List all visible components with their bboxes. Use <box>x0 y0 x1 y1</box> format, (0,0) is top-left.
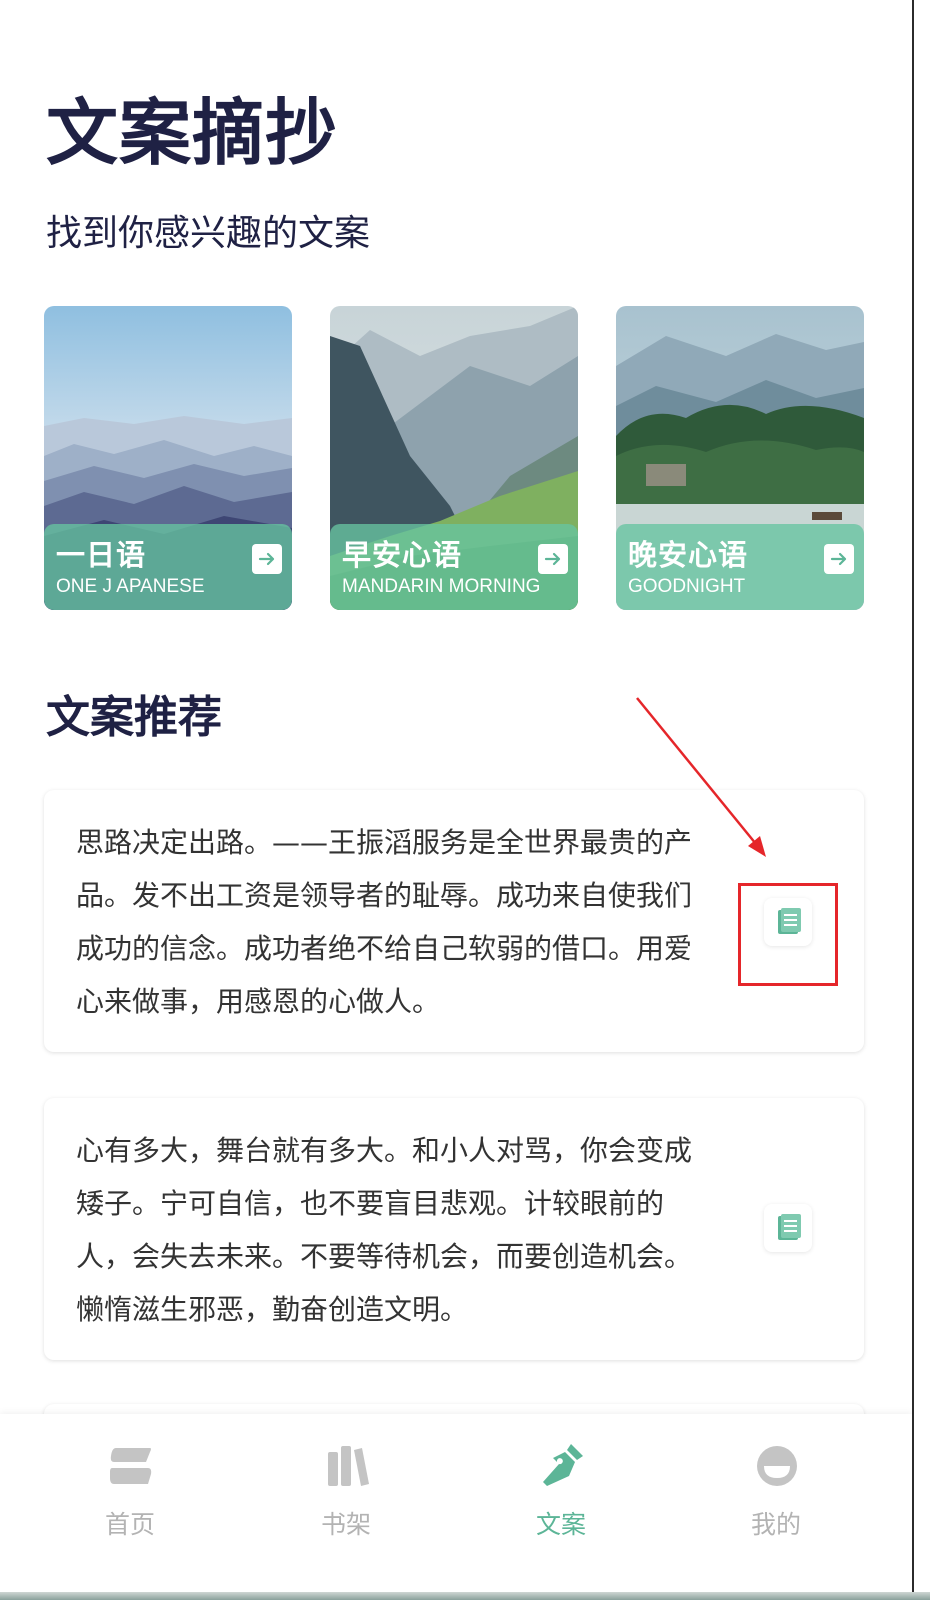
category-title: 早安心语 <box>342 538 463 572</box>
category-title: 一日语 <box>56 538 147 572</box>
tab-profile[interactable]: 我的 <box>662 1414 890 1592</box>
category-caption: 一日语 ONE J APANESE <box>44 524 292 610</box>
category-subtitle: MANDARIN MORNING <box>342 576 541 597</box>
quote-text: 思路决定出路。——王振滔服务是全世界最贵的产品。发不出工资是领导者的耻辱。成功来… <box>76 826 693 1018</box>
category-subtitle: ONE J APANESE <box>56 576 205 597</box>
tab-home[interactable]: 首页 <box>16 1414 244 1592</box>
category-card-morning[interactable]: 早安心语 MANDARIN MORNING <box>330 306 578 610</box>
category-caption: 晚安心语 GOODNIGHT <box>616 524 864 610</box>
category-caption: 早安心语 MANDARIN MORNING <box>330 524 578 610</box>
profile-icon <box>757 1446 797 1486</box>
category-title: 晚安心语 <box>628 538 749 572</box>
section-title-recommend: 文案推荐 <box>46 692 222 743</box>
pen-nib-icon <box>543 1444 583 1486</box>
bottom-tab-bar: 首页 书架 文案 我的 <box>0 1414 912 1592</box>
category-subtitle: GOODNIGHT <box>628 576 746 597</box>
home-icon <box>110 1448 152 1484</box>
tab-copywriting[interactable]: 文案 <box>447 1414 675 1592</box>
annotation-highlight-box <box>738 883 838 986</box>
copy-button[interactable] <box>764 1204 812 1252</box>
quote-card: 心有多大，舞台就有多大。和小人对骂，你会变成矮子。宁可自信，也不要盲目悲观。计较… <box>44 1098 864 1360</box>
arrow-right-icon[interactable] <box>824 544 854 574</box>
window-edge <box>912 0 930 1600</box>
bookshelf-icon <box>328 1446 369 1486</box>
page-title: 文案摘抄 <box>46 90 339 175</box>
category-card-goodnight[interactable]: 晚安心语 GOODNIGHT <box>616 306 864 610</box>
copy-icon <box>778 1214 801 1240</box>
copywriting-page: 文案摘抄 找到你感兴趣的文案 一日语 ONE J APANESE 早安心语 MA… <box>0 0 912 1600</box>
arrow-right-icon[interactable] <box>538 544 568 574</box>
arrow-right-icon[interactable] <box>252 544 282 574</box>
category-card-one-japanese[interactable]: 一日语 ONE J APANESE <box>44 306 292 610</box>
quote-text: 心有多大，舞台就有多大。和小人对骂，你会变成矮子。宁可自信，也不要盲目悲观。计较… <box>76 1134 693 1326</box>
tab-label: 首页 <box>104 1510 155 1539</box>
tab-bookshelf[interactable]: 书架 <box>232 1414 460 1592</box>
tab-label: 我的 <box>750 1510 801 1539</box>
tab-label: 书架 <box>320 1510 371 1539</box>
tab-label: 文案 <box>535 1510 586 1539</box>
window-edge <box>0 1592 930 1600</box>
page-subtitle: 找到你感兴趣的文案 <box>46 213 371 254</box>
